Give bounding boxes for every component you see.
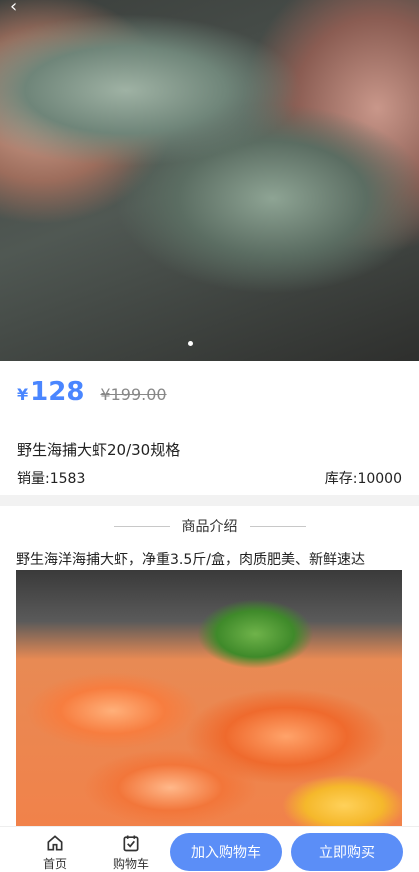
cart-button[interactable]: 购物车	[111, 833, 151, 872]
section-heading: 商品介绍	[0, 516, 419, 536]
original-price: ¥199.00	[100, 385, 167, 404]
cart-icon	[123, 835, 139, 852]
section-title: 商品介绍	[181, 519, 238, 535]
product-detail-image	[16, 570, 402, 826]
home-button[interactable]: 首页	[35, 833, 75, 872]
back-icon[interactable]: ‹	[10, 0, 34, 16]
home-label: 首页	[42, 857, 67, 871]
product-intro-section: 商品介绍 野生海洋海捕大虾，净重3.5斤/盒，肉质肥美、新鲜速达	[0, 506, 419, 826]
carousel-dot	[188, 341, 193, 346]
product-title: 野生海捕大虾20/30规格	[17, 441, 181, 459]
current-price: 128	[30, 377, 85, 407]
product-info: ¥ 128 ¥199.00 野生海捕大虾20/30规格 销量:1583 库存:1…	[0, 361, 419, 495]
carousel-indicator	[188, 341, 193, 346]
stock-count: 库存:10000	[324, 471, 402, 487]
product-description: 野生海洋海捕大虾，净重3.5斤/盒，肉质肥美、新鲜速达	[16, 552, 365, 568]
add-to-cart-button[interactable]: 加入购物车	[170, 833, 282, 871]
currency-symbol: ¥	[17, 385, 29, 404]
home-icon	[47, 835, 63, 851]
price-row: ¥ 128 ¥199.00	[17, 377, 167, 407]
product-image-carousel[interactable]: ‹	[0, 0, 419, 361]
divider	[113, 525, 170, 527]
cart-label: 购物车	[112, 857, 149, 871]
buy-now-button[interactable]: 立即购买	[291, 833, 403, 871]
sales-count: 销量:1583	[17, 471, 86, 487]
bottom-action-bar: 首页 购物车 加入购物车 立即购买	[0, 826, 419, 872]
divider	[249, 525, 306, 527]
